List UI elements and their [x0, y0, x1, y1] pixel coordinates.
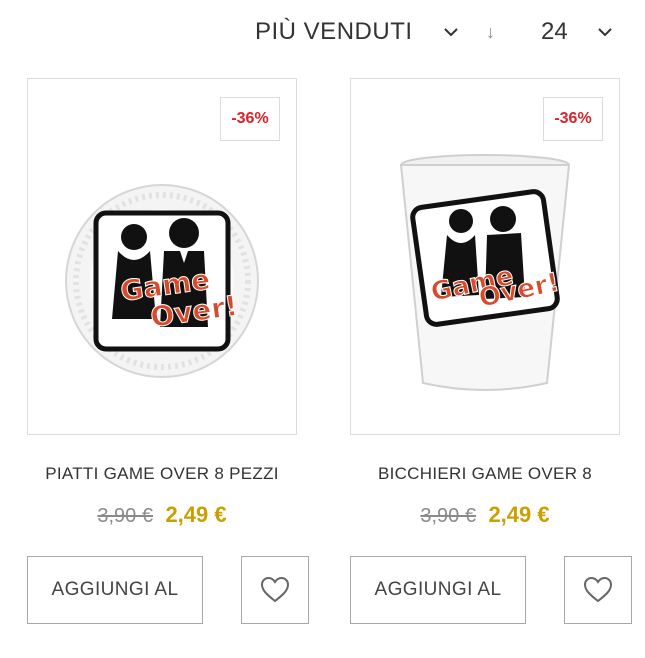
heart-icon	[583, 576, 613, 603]
product-title[interactable]: BICCHIERI GAME OVER 8	[350, 464, 620, 484]
plate-product-image: Game Over!	[65, 184, 259, 378]
product-card: -36% Game Over! BICCHIERI GAME OVER 8 3,…	[350, 78, 632, 658]
price-row: 3,90 € 2,49 €	[350, 502, 620, 528]
product-title[interactable]: PIATTI GAME OVER 8 PEZZI	[27, 464, 297, 484]
sale-price: 2,49 €	[488, 502, 550, 527]
sort-direction-arrow-icon[interactable]: ↓	[486, 22, 495, 43]
product-card: -36% Game Over! PIATTI GAME OVER 8 PEZZI…	[27, 78, 309, 658]
wishlist-button[interactable]	[564, 556, 632, 624]
add-to-cart-button[interactable]: AGGIUNGI AL	[27, 556, 203, 624]
heart-icon	[260, 576, 290, 603]
discount-badge: -36%	[543, 97, 603, 141]
sort-toolbar: PIÙ VENDUTI ↓ 24	[0, 0, 645, 70]
cup-product-image: Game Over!	[399, 154, 571, 391]
per-page-chevron-down-icon[interactable]	[597, 27, 615, 39]
per-page-select[interactable]: 24	[541, 18, 568, 46]
add-to-cart-button[interactable]: AGGIUNGI AL	[350, 556, 526, 624]
product-image-link[interactable]: -36% Game Over!	[350, 78, 620, 435]
sort-chevron-down-icon[interactable]	[443, 27, 461, 39]
sort-by-select[interactable]: PIÙ VENDUTI	[255, 18, 413, 46]
sale-price: 2,49 €	[165, 502, 227, 527]
wishlist-button[interactable]	[241, 556, 309, 624]
product-image-link[interactable]: -36% Game Over!	[27, 78, 297, 435]
old-price: 3,90 €	[420, 505, 476, 527]
price-row: 3,90 € 2,49 €	[27, 502, 297, 528]
old-price: 3,90 €	[97, 505, 153, 527]
discount-badge: -36%	[220, 97, 280, 141]
